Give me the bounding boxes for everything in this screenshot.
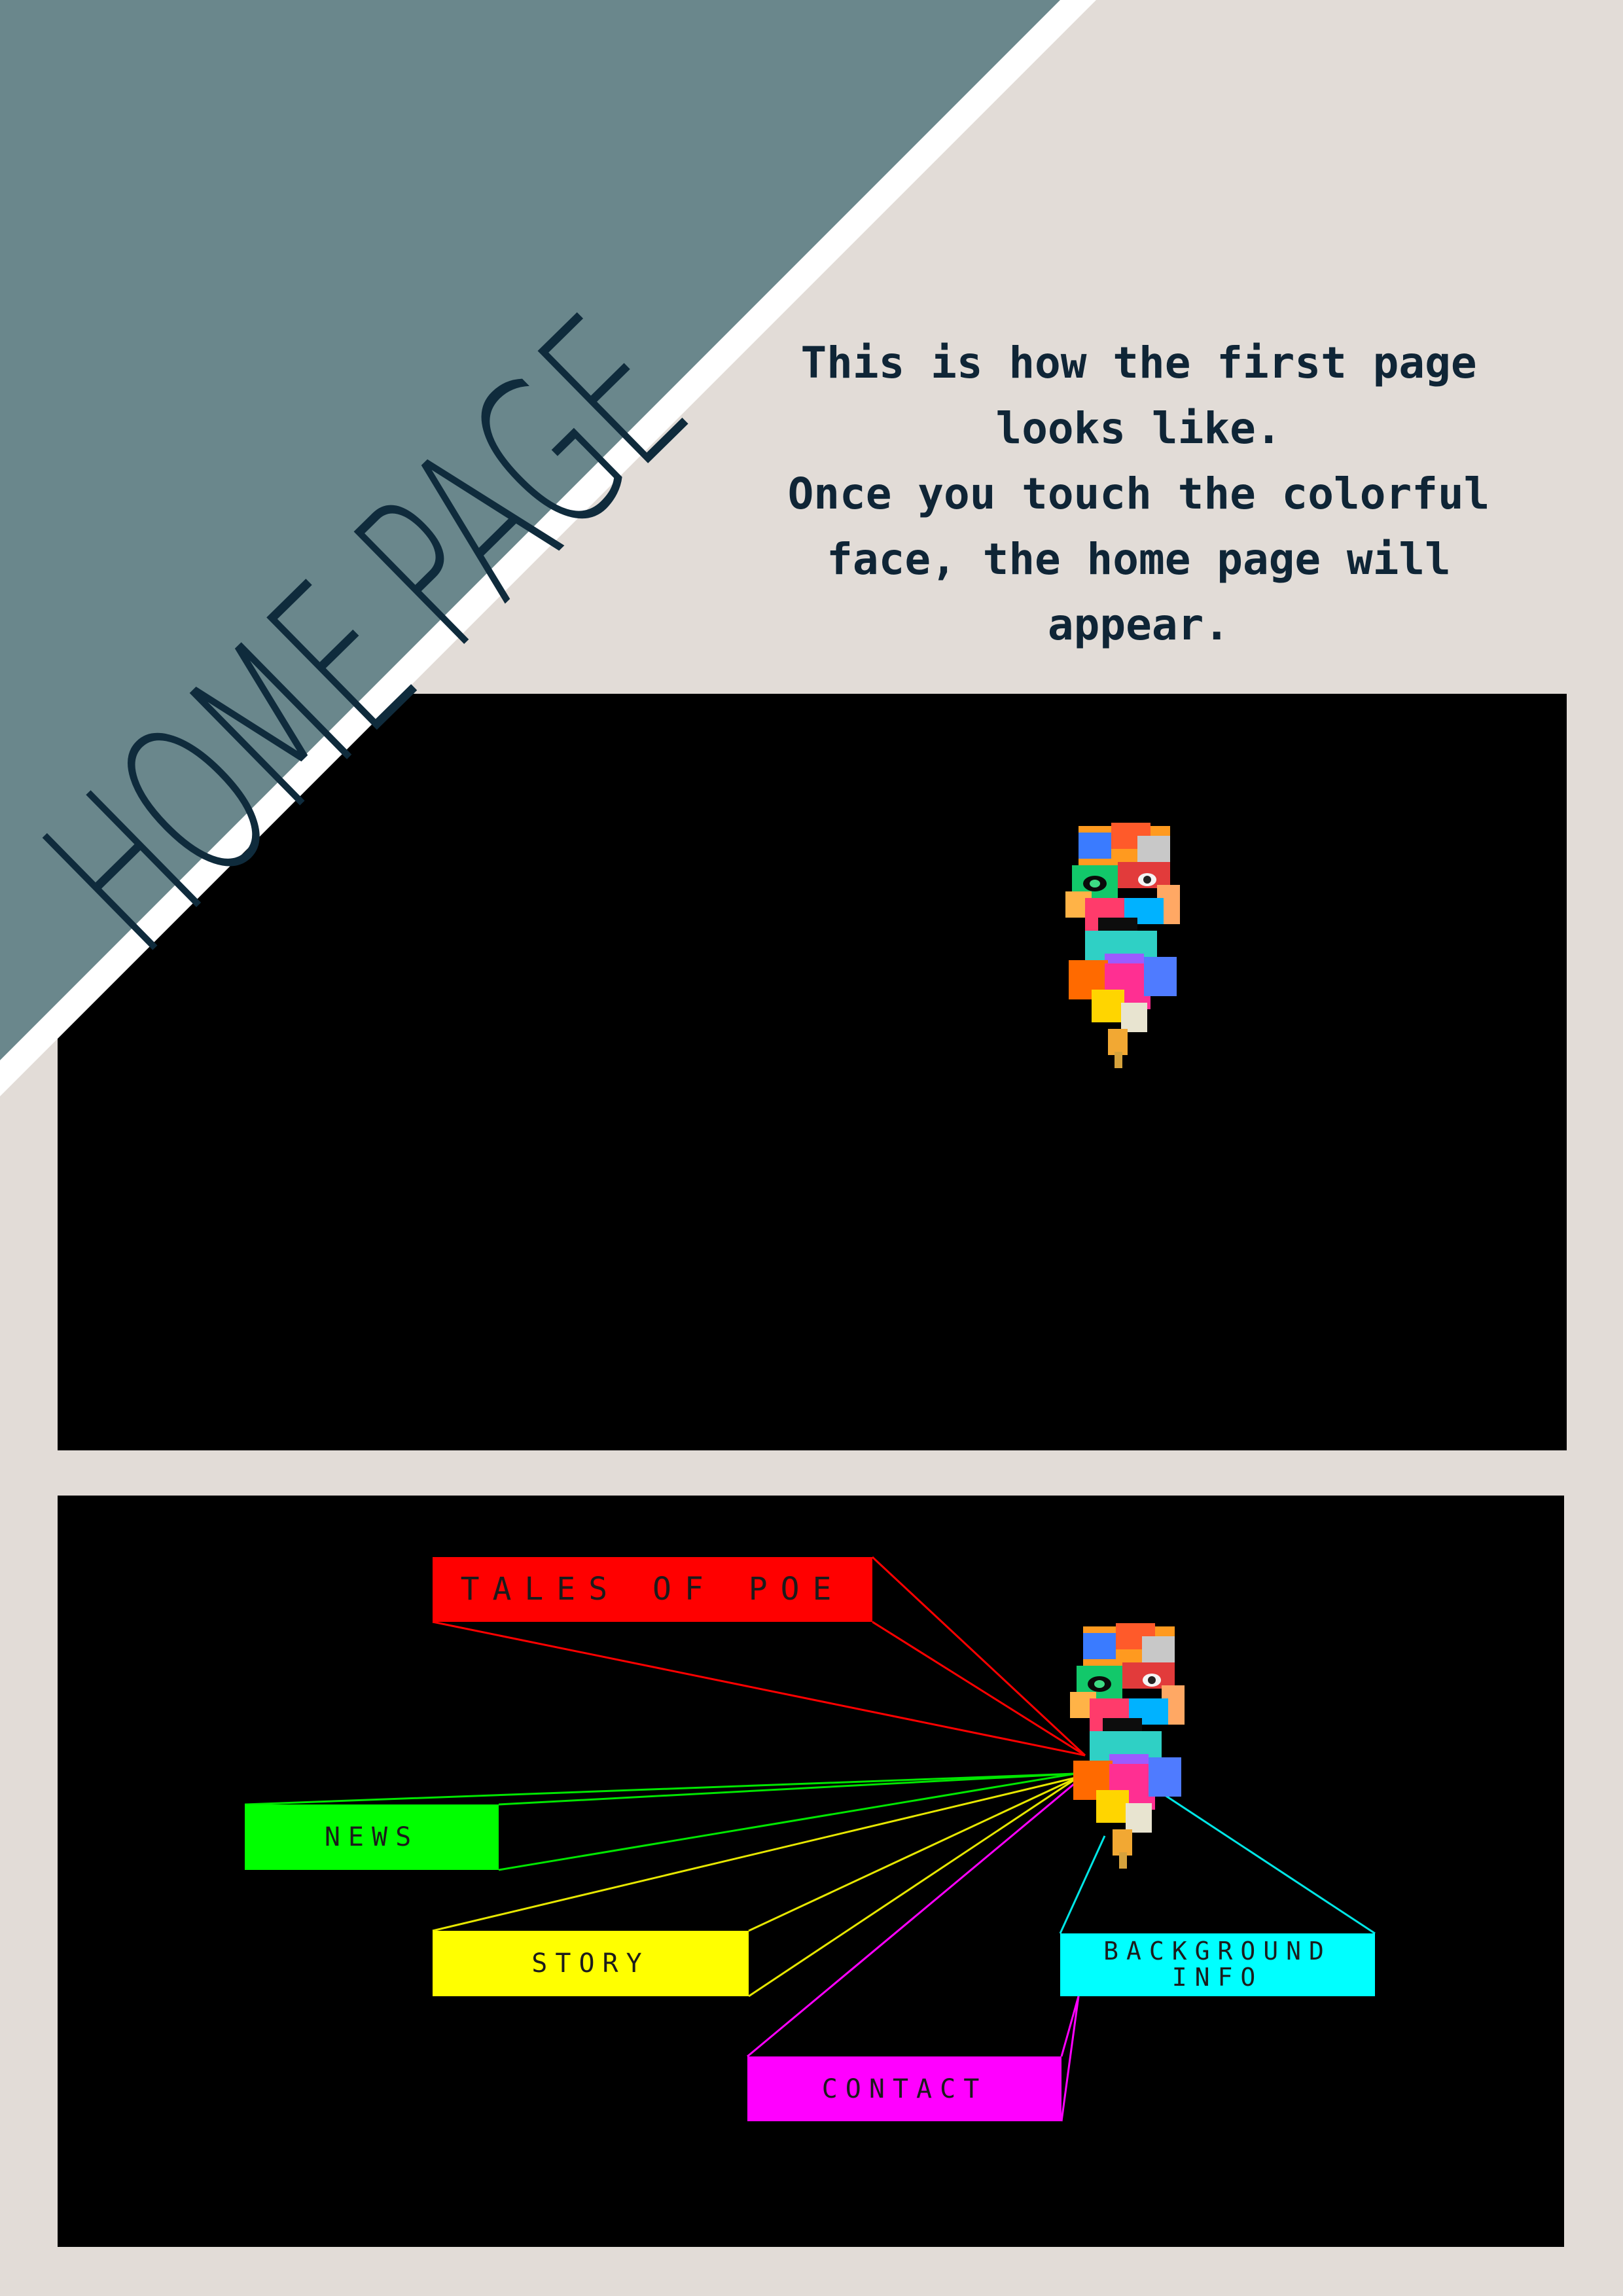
description-line: looks like. (995, 403, 1282, 454)
home-screen: TALES OF POE NEWS STORY BACKGROUND INFO … (58, 1496, 1564, 2247)
menu-contact-button[interactable]: CONTACT (747, 2056, 1061, 2121)
description-line: face, the home page will (827, 534, 1451, 584)
menu-news-button[interactable]: NEWS (245, 1804, 499, 1870)
menu-tales-of-poe-button[interactable]: TALES OF POE (433, 1557, 872, 1622)
description-line: This is how the first page (800, 338, 1477, 388)
page-description: This is how the first page looks like. O… (720, 331, 1558, 658)
menu-background-info-label: BACKGROUND (1103, 1937, 1332, 1966)
colorful-face-icon[interactable] (1059, 819, 1190, 1072)
menu-background-info-label: INFO (1171, 1963, 1264, 1992)
colorful-face-icon[interactable] (1063, 1620, 1194, 1873)
description-line: Once you touch the colorful (787, 469, 1490, 519)
menu-story-button[interactable]: STORY (433, 1931, 749, 1996)
description-line: appear. (1047, 600, 1230, 650)
menu-background-info-button[interactable]: BACKGROUND INFO (1060, 1933, 1375, 1996)
